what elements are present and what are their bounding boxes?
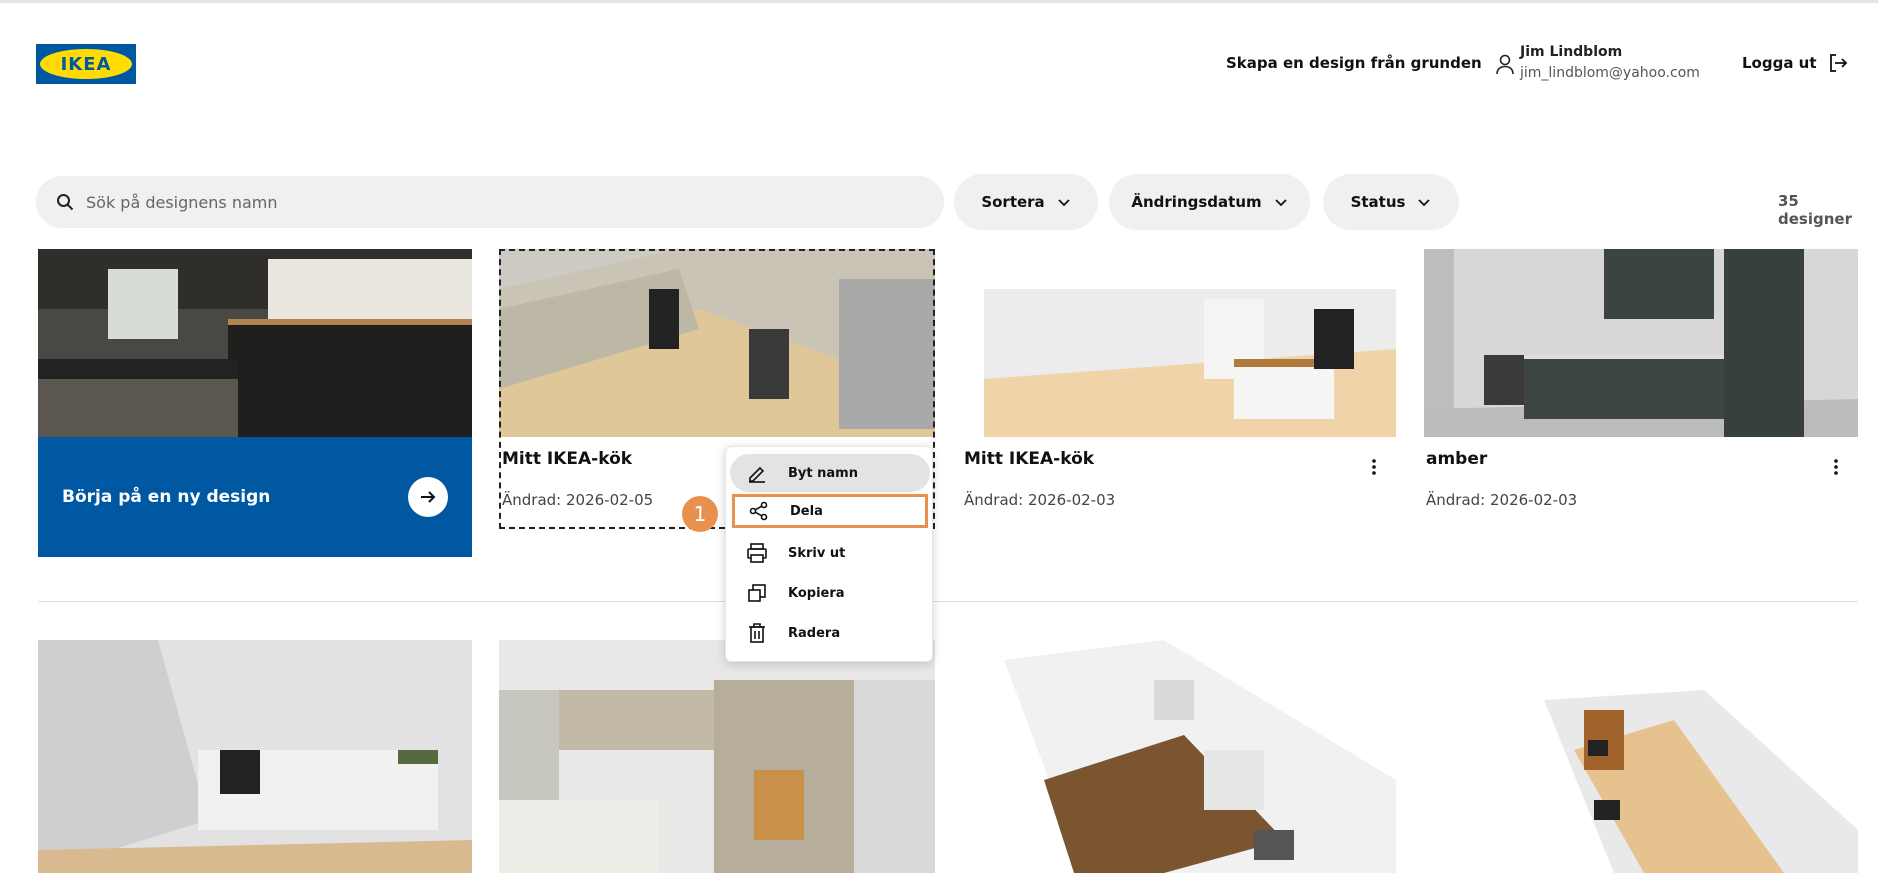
trash-icon [749, 623, 765, 643]
menu-item-label: Skriv ut [788, 545, 846, 561]
user-profile[interactable]: Jim Lindblom jim_lindblom@yahoo.com [1494, 44, 1700, 81]
new-design-label: Börja på en ny design [62, 487, 271, 507]
design-modified-date: Ändrad: 2026-02-03 [1426, 491, 1578, 509]
design-thumbnail[interactable] [38, 640, 472, 873]
chevron-down-icon [1274, 199, 1287, 207]
design-thumbnail[interactable] [499, 640, 935, 873]
design-title[interactable]: amber [1426, 449, 1487, 469]
search-bar[interactable] [36, 176, 944, 228]
logout-icon [1829, 54, 1847, 72]
sort-dropdown[interactable]: Sortera [954, 174, 1098, 230]
ikea-logo[interactable]: IKEA [36, 44, 136, 84]
status-label: Status [1350, 193, 1406, 211]
share-icon [749, 501, 768, 521]
create-from-scratch-link[interactable]: Skapa en design från grunden [1226, 54, 1482, 72]
menu-item-label: Dela [790, 503, 823, 519]
design-modified-date: Ändrad: 2026-02-05 [502, 491, 654, 509]
modified-date-dropdown[interactable]: Ändringsdatum [1109, 174, 1310, 230]
logout-label: Logga ut [1742, 54, 1817, 72]
new-design-image[interactable] [38, 249, 472, 437]
search-input[interactable] [86, 192, 906, 212]
top-border [0, 0, 1878, 3]
design-thumbnail[interactable] [1424, 640, 1858, 873]
menu-item-copy[interactable]: Kopiera [730, 574, 930, 612]
design-context-menu: Byt namn Dela Skriv ut Kopiera Radera [725, 446, 933, 662]
row-divider [38, 601, 1858, 602]
user-name: Jim Lindblom [1520, 44, 1623, 60]
menu-item-label: Kopiera [788, 585, 845, 601]
design-thumbnail[interactable] [964, 249, 1396, 437]
date-label: Ändringsdatum [1131, 193, 1262, 211]
more-options-icon[interactable] [1364, 457, 1384, 477]
step-badge: 1 [682, 496, 718, 532]
user-icon [1496, 54, 1514, 75]
more-options-icon[interactable] [1826, 457, 1846, 477]
design-thumbnail[interactable] [964, 640, 1396, 873]
status-dropdown[interactable]: Status [1323, 174, 1459, 230]
menu-item-delete[interactable]: Radera [730, 614, 930, 652]
design-count: 35 designer [1778, 192, 1852, 228]
design-title[interactable]: Mitt IKEA-kök [964, 449, 1094, 469]
start-new-design-button[interactable]: Börja på en ny design [38, 437, 472, 557]
menu-item-share[interactable]: Dela [732, 494, 928, 528]
design-thumbnail[interactable] [1424, 249, 1858, 437]
menu-item-label: Byt namn [788, 465, 858, 481]
user-email: jim_lindblom@yahoo.com [1520, 65, 1700, 81]
printer-icon [747, 543, 767, 563]
design-title[interactable]: Mitt IKEA-kök [502, 449, 632, 469]
chevron-down-icon [1418, 199, 1431, 207]
logout-button[interactable]: Logga ut [1742, 52, 1849, 74]
menu-item-label: Radera [788, 625, 841, 641]
search-icon [57, 194, 74, 211]
arrow-right-icon [408, 477, 448, 517]
menu-item-rename[interactable]: Byt namn [730, 454, 930, 492]
chevron-down-icon [1058, 199, 1070, 207]
menu-item-print[interactable]: Skriv ut [730, 534, 930, 572]
logo-text: IKEA [60, 53, 112, 75]
copy-icon [748, 584, 766, 602]
sort-label: Sortera [981, 193, 1045, 211]
pencil-icon [749, 466, 765, 483]
design-modified-date: Ändrad: 2026-02-03 [964, 491, 1116, 509]
